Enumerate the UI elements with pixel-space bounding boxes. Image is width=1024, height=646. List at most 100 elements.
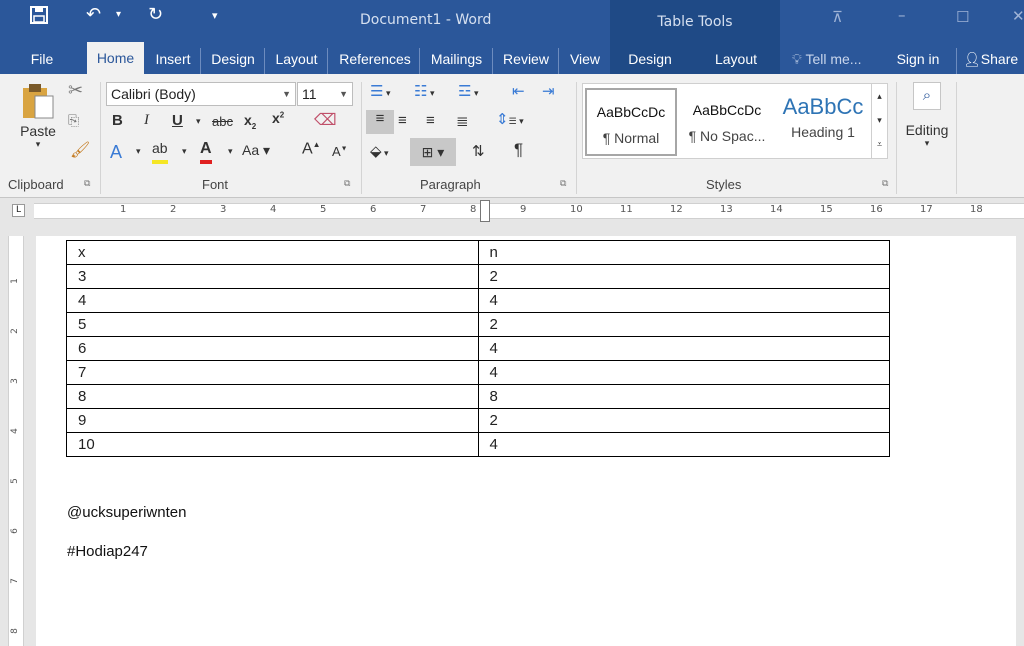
sort-icon[interactable]: ⇅ bbox=[472, 142, 485, 160]
font-name-combo[interactable]: Calibri (Body) ▼ bbox=[106, 82, 296, 106]
underline-button[interactable]: U bbox=[172, 112, 183, 129]
multilevel-list-icon[interactable]: ☲ ▾ bbox=[458, 82, 478, 100]
subscript-button[interactable]: x2 bbox=[244, 112, 256, 131]
copy-icon[interactable]: ⎘ bbox=[68, 112, 79, 129]
grow-font-icon[interactable]: A▲ bbox=[302, 140, 321, 158]
table-cell[interactable]: 4 bbox=[66, 288, 479, 313]
tab-references[interactable]: References bbox=[331, 48, 420, 74]
maximize-icon[interactable]: ☐ bbox=[956, 8, 969, 26]
line-spacing-icon[interactable]: ⇕☰ ▾ bbox=[496, 110, 524, 128]
indent-marker-icon[interactable] bbox=[480, 200, 490, 222]
table-cell[interactable]: 8 bbox=[477, 384, 890, 409]
increase-indent-icon[interactable]: ⇥ bbox=[542, 82, 555, 100]
sign-in-link[interactable]: Sign in bbox=[890, 48, 946, 74]
ribbon-display-options-icon[interactable]: ⊼ bbox=[832, 8, 843, 26]
styles-launcher-icon[interactable]: ⧉ bbox=[882, 178, 888, 189]
align-left-icon[interactable]: ≡ bbox=[366, 110, 394, 134]
save-icon[interactable] bbox=[30, 6, 48, 29]
table-cell[interactable]: 4 bbox=[477, 336, 890, 361]
format-painter-icon[interactable]: 🖌︎ bbox=[70, 140, 90, 160]
style-preview: AaBbCc bbox=[782, 94, 864, 119]
table-row: 64 bbox=[66, 336, 890, 361]
document-paragraph[interactable]: @ucksuperiwnten bbox=[67, 504, 186, 521]
document-table[interactable]: x n 3 2 4 4 5 2 6 4 7 4 8 8 9 2 10 4 bbox=[66, 240, 890, 457]
table-cell[interactable]: 3 bbox=[66, 264, 479, 289]
tab-design[interactable]: Design bbox=[202, 48, 265, 74]
table-cell[interactable]: 2 bbox=[477, 408, 890, 433]
tab-layout[interactable]: Layout bbox=[266, 48, 328, 74]
vertical-ruler[interactable]: 1 2 3 4 5 6 7 8 bbox=[8, 236, 24, 646]
style-no-spacing[interactable]: AaBbCcDc ¶ No Spac... bbox=[681, 88, 773, 156]
horizontal-ruler[interactable]: L 1 2 3 4 5 6 7 8 9 10 11 12 13 14 15 16 17 18 bbox=[0, 198, 1024, 224]
table-cell[interactable]: 10 bbox=[66, 432, 479, 457]
italic-button[interactable]: I bbox=[144, 112, 149, 129]
clipboard-group-label: Clipboard bbox=[8, 177, 64, 192]
table-cell[interactable]: 2 bbox=[477, 264, 890, 289]
tab-mailings[interactable]: Mailings bbox=[421, 48, 493, 74]
style-heading-1[interactable]: AaBbCc Heading 1 bbox=[777, 88, 869, 156]
change-case-button[interactable]: Aa ▾ bbox=[242, 142, 270, 159]
clipboard-launcher-icon[interactable]: ⧉ bbox=[84, 178, 90, 189]
paste-button[interactable]: Paste ▾ bbox=[18, 82, 58, 166]
minimize-icon[interactable]: – bbox=[898, 6, 906, 24]
justify-icon[interactable]: ≣ bbox=[456, 112, 469, 130]
strikethrough-button[interactable]: abc bbox=[212, 114, 233, 129]
table-cell[interactable]: 4 bbox=[477, 432, 890, 457]
underline-dropdown-icon[interactable]: ▾ bbox=[196, 116, 201, 127]
tab-review[interactable]: Review bbox=[494, 48, 559, 74]
document-paragraph[interactable]: #Hodiap247 bbox=[67, 543, 148, 560]
document-page[interactable]: x n 3 2 4 4 5 2 6 4 7 4 8 8 9 2 10 4 @ucksuperiwnten #Hod… bbox=[36, 236, 1016, 646]
customize-quick-access-icon[interactable]: ▾ bbox=[212, 9, 218, 22]
table-cell[interactable]: x bbox=[66, 240, 479, 265]
table-cell[interactable]: 9 bbox=[66, 408, 479, 433]
shading-icon[interactable]: ⬙ ▾ bbox=[370, 142, 389, 160]
tab-file[interactable]: File bbox=[14, 48, 70, 74]
tab-home[interactable]: Home bbox=[87, 42, 144, 74]
tab-table-layout[interactable]: Layout bbox=[696, 48, 776, 74]
tab-view[interactable]: View bbox=[560, 48, 610, 74]
show-formatting-marks-icon[interactable]: ¶ bbox=[514, 140, 523, 160]
tab-selector-icon[interactable]: L bbox=[12, 204, 25, 217]
paragraph-launcher-icon[interactable]: ⧉ bbox=[560, 178, 566, 189]
undo-icon[interactable]: ↶ bbox=[86, 4, 101, 25]
close-icon[interactable]: ✕ bbox=[1012, 7, 1024, 25]
table-cell[interactable]: 2 bbox=[477, 312, 890, 337]
table-cell[interactable]: 4 bbox=[477, 360, 890, 385]
font-color-dropdown-icon[interactable]: ▾ bbox=[228, 146, 233, 157]
highlight-dropdown-icon[interactable]: ▾ bbox=[182, 146, 187, 157]
superscript-button[interactable]: x2 bbox=[272, 110, 284, 126]
align-center-icon[interactable]: ≡ bbox=[398, 112, 407, 129]
align-right-icon[interactable]: ≡ bbox=[426, 112, 435, 129]
redo-icon[interactable]: ↻ bbox=[148, 4, 163, 25]
paragraph-group-label: Paragraph bbox=[420, 177, 481, 192]
cut-icon[interactable]: ✂ bbox=[68, 80, 83, 101]
styles-scroll[interactable]: ▴ ▾ ⩡ bbox=[871, 84, 887, 158]
tell-me-box[interactable]: 💡︎ Tell me... bbox=[792, 48, 892, 74]
table-cell[interactable]: 4 bbox=[477, 288, 890, 313]
table-cell[interactable]: n bbox=[477, 240, 890, 265]
font-launcher-icon[interactable]: ⧉ bbox=[344, 178, 350, 189]
borders-icon[interactable]: ⊞ ▾ bbox=[410, 138, 456, 166]
style-normal[interactable]: AaBbCcDc ¶ Normal bbox=[585, 88, 677, 156]
highlight-icon[interactable]: ab bbox=[152, 140, 168, 164]
table-cell[interactable]: 8 bbox=[66, 384, 479, 409]
clear-formatting-icon[interactable]: ⌫ bbox=[314, 110, 337, 130]
font-color-icon[interactable]: A bbox=[200, 140, 212, 164]
bold-button[interactable]: B bbox=[112, 112, 123, 129]
shrink-font-icon[interactable]: A▼ bbox=[332, 144, 348, 159]
tab-insert[interactable]: Insert bbox=[146, 48, 201, 74]
table-cell[interactable]: 7 bbox=[66, 360, 479, 385]
undo-dropdown-icon[interactable]: ▾ bbox=[116, 9, 121, 20]
table-cell[interactable]: 6 bbox=[66, 336, 479, 361]
share-button[interactable]: 👤︎Share bbox=[956, 48, 1024, 74]
editing-button[interactable]: ⌕ Editing ▾ bbox=[900, 82, 954, 149]
table-cell[interactable]: 5 bbox=[66, 312, 479, 337]
table-row: 32 bbox=[66, 264, 890, 289]
decrease-indent-icon[interactable]: ⇤ bbox=[512, 82, 525, 100]
text-effects-dropdown-icon[interactable]: ▾ bbox=[136, 146, 141, 157]
tab-table-design[interactable]: Design bbox=[614, 48, 686, 74]
font-size-combo[interactable]: 11 ▼ bbox=[297, 82, 353, 106]
numbering-icon[interactable]: ☷ ▾ bbox=[414, 82, 434, 100]
bullets-icon[interactable]: ☰ ▾ bbox=[370, 82, 390, 100]
text-effects-icon[interactable]: A bbox=[110, 142, 122, 163]
